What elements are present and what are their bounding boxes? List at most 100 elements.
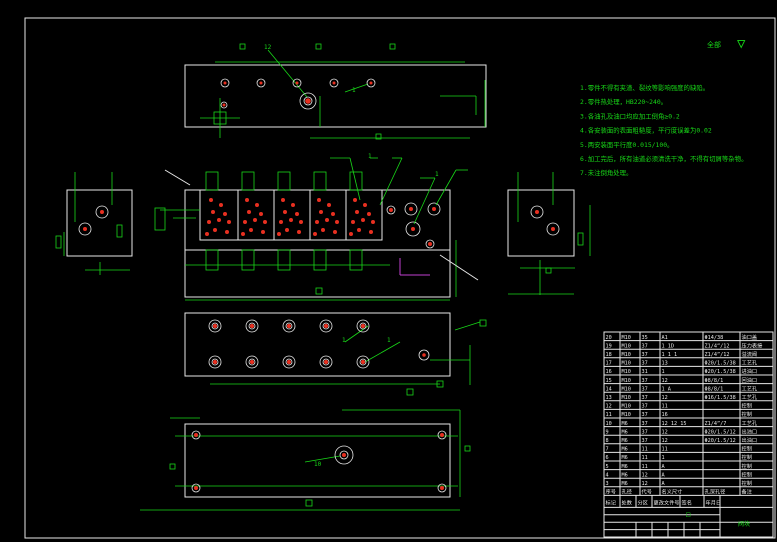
- callout-bottom-a: 1: [342, 337, 346, 344]
- callout-foot: 10: [314, 461, 322, 468]
- title-block-cell: 35: [642, 335, 648, 341]
- title-block-cell: M10: [622, 361, 631, 367]
- title-block-cell: 12: [606, 404, 612, 410]
- part-label: 阀块: [738, 520, 750, 528]
- title-block-cell: Z1/4”/12: [705, 343, 730, 349]
- title-block-cell: A: [662, 472, 666, 478]
- hole-center: [249, 323, 255, 329]
- valve-hole: [371, 220, 375, 224]
- title-block-cell: A: [662, 481, 666, 487]
- valve-hole: [353, 198, 357, 202]
- title-block-header: 孔径: [622, 488, 632, 496]
- title-block-cell: Φ20/1.5/38: [705, 361, 736, 367]
- roughness-symbol: ▽: [737, 36, 746, 52]
- valve-hole: [333, 230, 337, 234]
- scale-box: □: [686, 510, 690, 518]
- title-block-cell: 出油口: [742, 427, 758, 435]
- title-block-cell: 控制: [742, 453, 752, 461]
- valve-hole: [291, 203, 295, 207]
- note-line: 7.未注倒角处理。: [580, 168, 632, 177]
- sign-cell: 年月日: [706, 498, 722, 506]
- title-block-cell: 13: [662, 361, 668, 367]
- sign-cell: 标记: [606, 498, 616, 506]
- hole-center: [259, 81, 263, 85]
- valve-hole: [227, 220, 231, 224]
- valve-hole: [253, 218, 257, 222]
- title-block-cell: 11: [642, 447, 648, 453]
- valve-hole: [361, 218, 365, 222]
- valve-port-bottom: [349, 249, 363, 271]
- valve-hole: [349, 232, 353, 236]
- valve-hole: [315, 220, 319, 224]
- title-block-cell: 13: [606, 395, 612, 401]
- title-block-cell: 16: [662, 412, 668, 418]
- title-block-cell: Z1/4”/7: [705, 421, 727, 427]
- valve-hole: [319, 210, 323, 214]
- title-block-cell: 15: [606, 378, 612, 384]
- title-block-cell: M6: [622, 438, 628, 444]
- valve-hole: [289, 218, 293, 222]
- valve-hole: [297, 230, 301, 234]
- valve-hole: [241, 232, 245, 236]
- valve-hole: [367, 212, 371, 216]
- hole-center: [223, 81, 227, 85]
- sign-cell: 分区: [638, 498, 648, 506]
- title-block-cell: 1: [662, 455, 665, 461]
- valve-hole: [259, 212, 263, 216]
- foot-view: 10: [140, 409, 471, 511]
- valve-hole: [245, 198, 249, 202]
- valve-port-bottom: [313, 249, 327, 271]
- title-block-cell: 回油口: [742, 376, 758, 384]
- title-block-header: 备注: [742, 488, 752, 496]
- title-block-cell: 20: [606, 335, 612, 341]
- title-block-cell: 进油口: [742, 367, 758, 375]
- title-block-cell: 溢流阀: [742, 350, 758, 358]
- valve-hole: [335, 220, 339, 224]
- front-view: 1 1: [154, 153, 479, 301]
- title-block-cell: Φ14/38: [705, 335, 724, 341]
- title-block-cell: M10: [622, 395, 631, 401]
- title-block-cell: 12: [662, 429, 668, 435]
- right-view: [507, 172, 591, 295]
- title-block-cell: M10: [622, 335, 631, 341]
- title-block-cell: 控制: [742, 462, 752, 470]
- title-block-cell: 3: [606, 481, 609, 487]
- valve-hole: [299, 220, 303, 224]
- title-block-cell: M10: [622, 352, 631, 358]
- valve-port-bottom: [241, 249, 255, 271]
- cad-drawing: 全部 ▽ 12 1 1 1 1 1 10 1.零件不得有夹渣、裂纹等影响强度的缺…: [24, 17, 776, 539]
- hole-center: [369, 81, 373, 85]
- hole-center: [360, 359, 366, 365]
- title-block-cell: 12: [662, 438, 668, 444]
- title-block-cell: 控制: [742, 479, 752, 487]
- title-block-header: 代号: [642, 488, 652, 496]
- hole-center: [286, 323, 292, 329]
- valve-hole: [223, 212, 227, 216]
- valve-port-top: [313, 171, 327, 191]
- sign-cell: 签名: [682, 498, 692, 506]
- title-block-cell: 1 1 1: [662, 352, 678, 358]
- title-block-cell: M6: [622, 429, 628, 435]
- valve-hole: [327, 203, 331, 207]
- title-block-cell: 工艺孔: [742, 359, 758, 367]
- top-view: 12 1: [184, 43, 487, 140]
- title-block-header: 名义尺寸: [662, 488, 683, 496]
- hole-center: [360, 323, 366, 329]
- title-block-cell: Z1/4”/12: [705, 352, 730, 358]
- valve-hole: [217, 218, 221, 222]
- title-block-cell: 11: [606, 412, 612, 418]
- note-line: 1.零件不得有夹渣、裂纹等影响强度的缺陷。: [580, 83, 709, 92]
- title-block-cell: 油口盖: [742, 333, 758, 341]
- valve-hole: [205, 232, 209, 236]
- valve-hole: [325, 218, 329, 222]
- valve-hole: [369, 230, 373, 234]
- note-line: 5.两安装面平行度0.015/100。: [580, 140, 673, 149]
- title-block-cell: M10: [622, 343, 631, 349]
- title-block-cell: 12: [662, 395, 668, 401]
- valve-hole: [209, 198, 213, 202]
- title-block-cell: M6: [622, 481, 628, 487]
- title-block-cell: 出油口: [742, 436, 758, 444]
- title-block-cell: 37: [642, 429, 648, 435]
- valve-hole: [357, 228, 361, 232]
- valve-hole: [263, 220, 267, 224]
